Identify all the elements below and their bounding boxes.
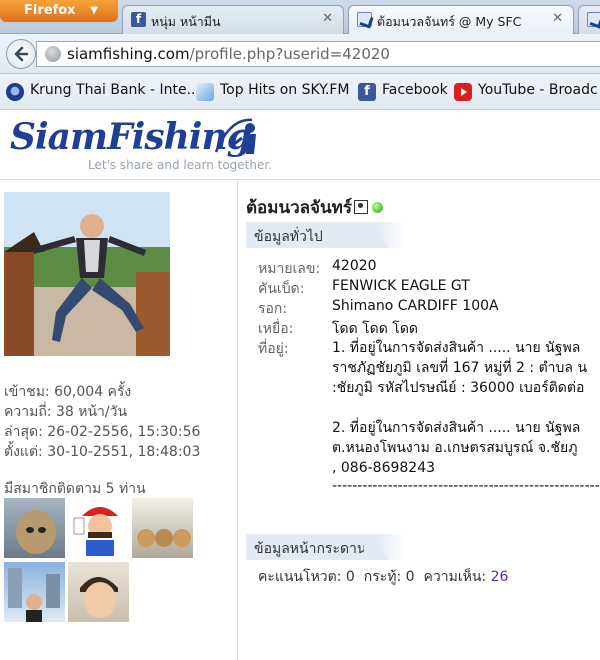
browser-tab-bar: Firefox ▼ f หนุ่ม หน้ามีน ✕ ต้อมนวลจันทร… <box>0 0 600 35</box>
stat-views: เข้าชม: 60,004 ครั้ง <box>4 384 132 400</box>
followers-title: มีสมาชิกติดตาม 5 ท่าน <box>4 481 146 497</box>
votes-label: คะแนนโหวต: <box>258 569 342 585</box>
stat-joined: ตั้งแต่: 30-10-2551, 18:48:03 <box>4 444 201 460</box>
online-status-icon <box>371 202 383 213</box>
globe-icon <box>45 46 61 62</box>
bookmark-sky-fm[interactable]: Top Hits on SKY.FM <box>196 82 350 101</box>
url-domain: siamfishing.com <box>67 45 190 63</box>
field-label-reel: รอก: <box>258 301 288 317</box>
bookmark-label: YouTube - Broadc <box>478 82 598 98</box>
profile-main: ต้อมนวลจันทร์ ข้อมูลทั่วไป หมายเลข: 4202… <box>246 180 600 660</box>
fisherman-logo-icon <box>214 118 256 154</box>
address-line: 1. ที่อยู่ในการจัดส่งสินค้า ..... นาย นั… <box>332 340 581 356</box>
sky-fm-icon <box>196 83 214 101</box>
reels-avatar-image <box>137 529 191 547</box>
tab-label: ต้อมนวลจันทร์ @ My SFC <box>377 14 522 29</box>
comments-link[interactable]: 26 <box>491 569 509 585</box>
section-board-info: ข้อมูลหน้ากระดาน <box>246 534 600 560</box>
field-value-id: 42020 <box>332 258 377 274</box>
field-label-address: ที่อยู่: <box>258 341 289 357</box>
close-tab-icon[interactable]: ✕ <box>552 11 563 26</box>
profile-photo[interactable] <box>4 192 170 356</box>
url-path: /profile.php?userid=42020 <box>189 45 390 63</box>
votes-value: 0 <box>345 569 355 585</box>
youtube-icon <box>454 83 472 101</box>
facebook-icon: f <box>358 83 376 101</box>
profile-name: ต้อมนวลจันทร์ <box>246 194 383 221</box>
tab-fb-profile[interactable]: f หนุ่ม หน้ามีน ✕ <box>122 5 344 34</box>
address-line: ราชภัฏชัยภูมิ เลขที่ 167 หมู่ที่ 2 : ตำบ… <box>332 360 588 376</box>
bookmark-facebook[interactable]: f Facebook <box>358 82 448 101</box>
krung-thai-bank-icon <box>6 83 24 101</box>
navigation-bar: siamfishing.com/profile.php?userid=42020 <box>0 34 600 74</box>
facebook-icon: f <box>131 12 146 27</box>
site-header: SiamFishing Let's share and learn togeth… <box>0 110 600 180</box>
follower-avatar[interactable] <box>132 498 193 558</box>
profile-stats: เข้าชม: 60,004 ครั้ง ความถี่: 38 หน้า/วั… <box>4 382 200 462</box>
siamfishing-icon <box>587 12 600 27</box>
threads-label: กระทู้: <box>363 569 402 585</box>
follower-avatar[interactable] <box>4 498 65 558</box>
section-general-info: ข้อมูลทั่วไป <box>246 222 600 248</box>
field-value-reel: Shimano CARDIFF 100A <box>332 298 499 314</box>
field-label-id: หมายเลข: <box>258 261 321 277</box>
address-line: 2. ที่อยู่ในการจัดส่งสินค้า ..... นาย นั… <box>332 420 581 436</box>
profile-name-text: ต้อมนวลจันทร์ <box>246 198 352 218</box>
chevron-down-icon: ▼ <box>90 5 98 16</box>
field-label-rod: คันเบ็ด: <box>258 281 305 297</box>
city-avatar-image <box>8 568 60 622</box>
profile-photo-image <box>4 192 170 356</box>
bookmark-label: Top Hits on SKY.FM <box>220 82 350 98</box>
section-title: ข้อมูลทั่วไป <box>254 229 323 245</box>
siamfishing-icon <box>357 12 372 27</box>
profile-card-icon[interactable] <box>353 200 368 214</box>
dashed-separator: ----------------------------------------… <box>332 478 600 494</box>
bookmark-krung-thai[interactable]: Krung Thai Bank - Inte... <box>6 82 200 101</box>
site-tagline: Let's share and learn together. <box>88 158 272 172</box>
back-arrow-icon <box>14 46 29 62</box>
back-button[interactable] <box>6 39 36 69</box>
section-title: ข้อมูลหน้ากระดาน <box>254 541 367 557</box>
mario-avatar-image <box>73 507 118 556</box>
dog-avatar-image <box>16 510 56 554</box>
child-avatar-image <box>80 577 118 618</box>
board-stats: คะแนนโหวต: 0 กระทู้: 0 ความเห็น: 26 <box>258 566 508 588</box>
threads-value: 0 <box>405 569 415 585</box>
stat-frequency: ความถี่: 38 หน้า/วัน <box>4 404 128 420</box>
follower-avatar[interactable] <box>68 562 129 622</box>
field-label-bait: เหยื่อ: <box>258 321 294 337</box>
address-line: ต.หนองโพนงาม อ.เกษตรสมบูรณ์ จ.ชัยภู <box>332 440 578 456</box>
follower-avatar[interactable] <box>4 562 65 622</box>
address-line: :ชัยภูมิ รหัสไปรษณีย์ : 36000 เบอร์ติดต่… <box>332 380 585 396</box>
tab-partial[interactable] <box>578 5 600 34</box>
bookmark-label: Facebook <box>382 82 448 98</box>
field-value-rod: FENWICK EAGLE GT <box>332 278 470 294</box>
tab-sfc-profile[interactable]: ต้อมนวลจันทร์ @ My SFC ✕ <box>348 5 574 35</box>
firefox-menu-label: Firefox <box>24 3 76 18</box>
address-line: , 086-8698243 <box>332 460 436 476</box>
comments-label: ความเห็น: <box>423 569 487 585</box>
bookmarks-toolbar: Krung Thai Bank - Inte... Top Hits on SK… <box>0 74 600 110</box>
field-value-bait: โดด โดด โดด <box>332 321 419 337</box>
firefox-menu-button[interactable]: Firefox ▼ <box>0 0 118 22</box>
bookmark-label: Krung Thai Bank - Inte... <box>30 82 200 98</box>
follower-avatar[interactable] <box>68 498 129 558</box>
close-tab-icon[interactable]: ✕ <box>322 11 333 26</box>
tab-label: หนุ่ม หน้ามีน <box>151 14 221 29</box>
address-bar[interactable]: siamfishing.com/profile.php?userid=42020 <box>36 41 600 67</box>
profile-sidebar: เข้าชม: 60,004 ครั้ง ความถี่: 38 หน้า/วั… <box>0 180 238 660</box>
stat-last-visit: ล่าสุด: 26-02-2556, 15:30:56 <box>4 424 201 440</box>
bookmark-youtube[interactable]: YouTube - Broadc <box>454 82 598 101</box>
